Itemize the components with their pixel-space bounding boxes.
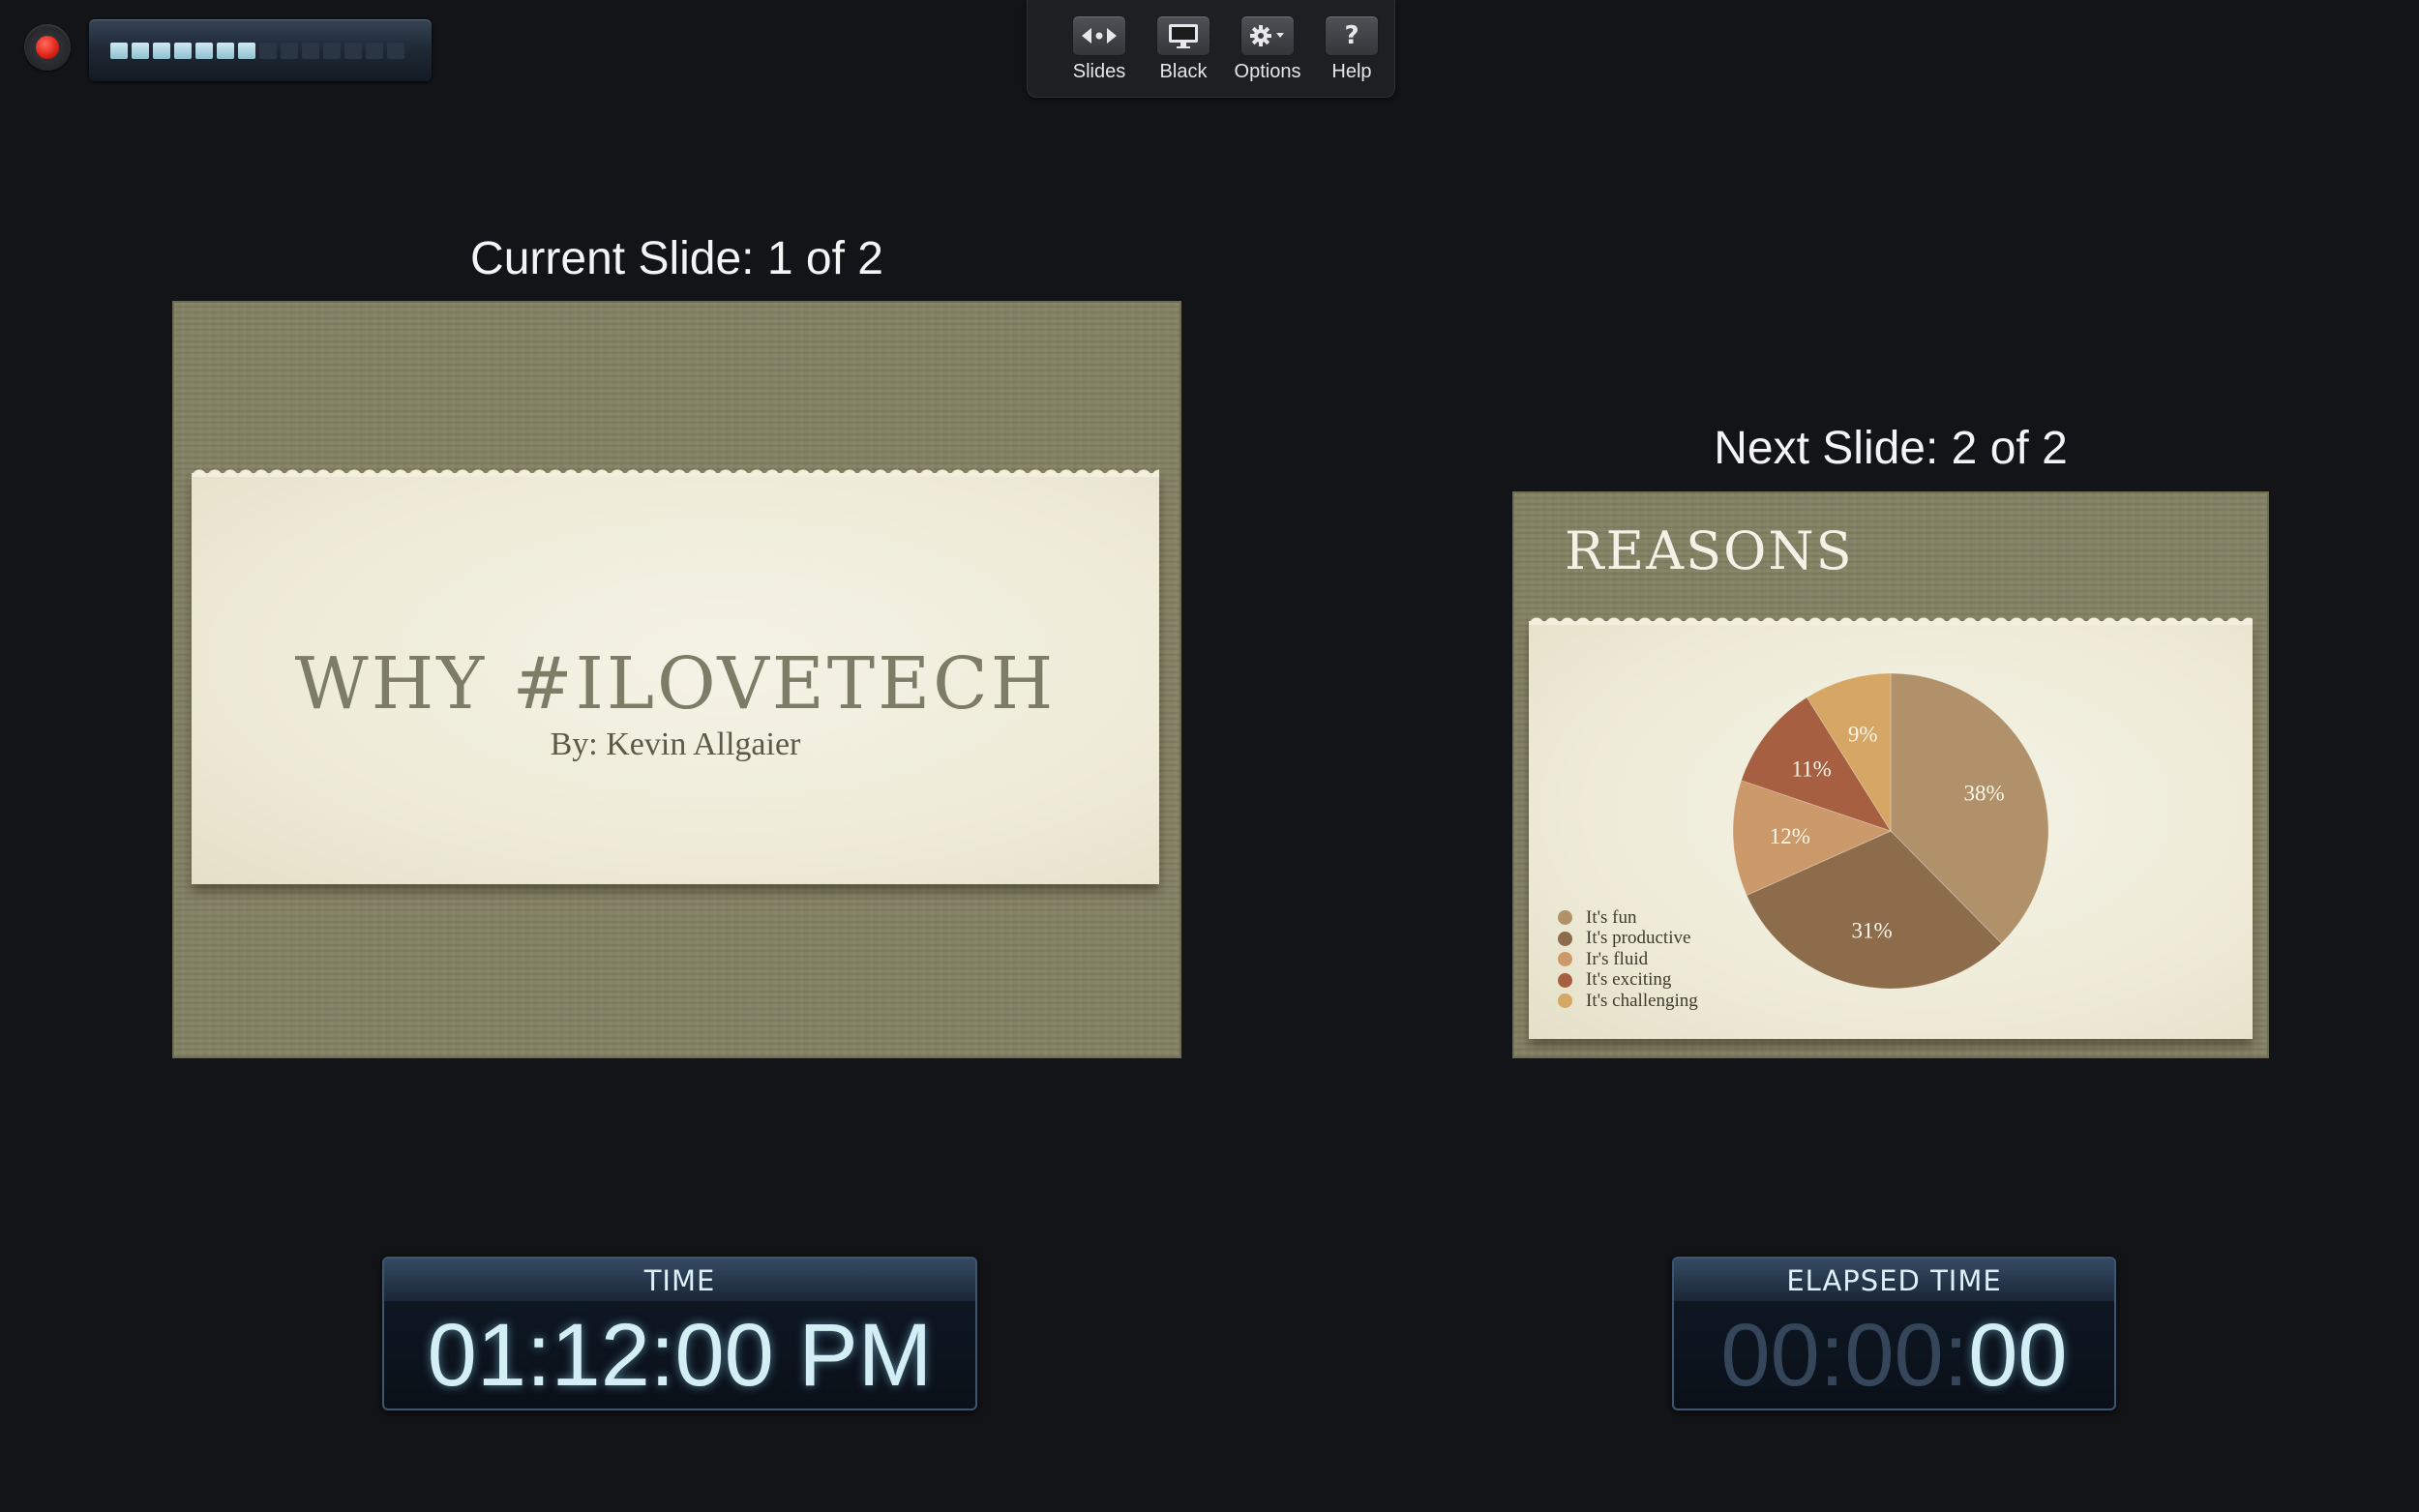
meter-cell: [323, 43, 341, 59]
meter-cell: [110, 43, 128, 59]
meter-cell: [387, 43, 404, 59]
legend-item: Ir's fluid: [1558, 949, 1698, 970]
elapsed-minutes: 00: [1844, 1306, 1944, 1405]
pie-slice-label: 11%: [1791, 756, 1831, 781]
gear-icon: [1240, 15, 1295, 56]
presenter-toolbar: Slides Black Options ? Help: [1027, 0, 1395, 98]
black-label: Black: [1159, 61, 1208, 82]
slides-nav-icon: [1072, 15, 1126, 56]
slide-subtitle: By: Kevin Allgaier: [550, 726, 801, 762]
legend-item: It's productive: [1558, 928, 1698, 950]
clock-panel: TIME 01:12:00 PM: [382, 1257, 977, 1410]
elapsed-time-panel[interactable]: ELAPSED TIME 00:00:00: [1672, 1257, 2116, 1410]
legend-label: It's fun: [1586, 906, 1637, 928]
chart-legend: It's fun It's productive Ir's fluid It's ex…: [1558, 907, 1698, 1012]
slides-label: Slides: [1072, 61, 1126, 82]
slide-title: WHY #ILOVETECH: [294, 642, 1057, 726]
legend-item: It's exciting: [1558, 969, 1698, 992]
slides-button[interactable]: Slides: [1057, 15, 1142, 83]
meter-cell: [217, 43, 234, 59]
display-icon: [1156, 15, 1210, 56]
elapsed-seconds: 00: [1968, 1306, 2068, 1405]
meter-cell: [259, 43, 277, 59]
next-slide-preview: REASONS 38% 31% 12% 11% 9% It's fun It's prod…: [1514, 493, 2267, 1056]
meter-cell: [174, 43, 192, 59]
paper-strip: 38% 31% 12% 11% 9% It's fun It's productive Ir…: [1529, 613, 2253, 1039]
meter-cell: [344, 43, 362, 59]
legend-item: It's fun: [1558, 907, 1698, 929]
elapsed-hours: 00: [1720, 1306, 1820, 1405]
pie-slice-label: 12%: [1770, 824, 1810, 848]
current-slide-preview: WHY #ILOVETECH By: Kevin Allgaier: [174, 303, 1180, 1056]
legend-item: It's challenging: [1558, 991, 1698, 1012]
current-time: 01:12:00 PM: [427, 1306, 933, 1405]
legend-label: It's challenging: [1586, 990, 1698, 1011]
help-label: Help: [1331, 61, 1372, 82]
question-mark-icon: ?: [1325, 15, 1379, 56]
meter-cell: [281, 43, 298, 59]
elapsed-separator: :: [1943, 1306, 1969, 1405]
pie-slice-label: 9%: [1848, 723, 1878, 747]
pie-slice-label: 31%: [1852, 919, 1893, 943]
record-button[interactable]: [24, 24, 71, 71]
legend-swatch: [1558, 993, 1572, 1009]
help-button[interactable]: ? Help: [1309, 15, 1394, 83]
legend-swatch: [1558, 952, 1572, 967]
elapsed-time-value: 00:00:00: [1674, 1301, 2114, 1408]
options-button[interactable]: Options: [1225, 15, 1310, 83]
time-label: TIME: [384, 1259, 975, 1301]
legend-label: Ir's fluid: [1586, 948, 1649, 969]
pie-slice-label: 38%: [1963, 781, 2004, 805]
current-slide-caption: Current Slide: 1 of 2: [470, 233, 883, 284]
legend-label: It's productive: [1586, 928, 1691, 949]
legend-swatch: [1558, 972, 1572, 988]
legend-swatch: [1558, 910, 1572, 926]
black-button[interactable]: Black: [1141, 15, 1226, 83]
audio-level-meter: [89, 19, 432, 81]
paper-strip: WHY #ILOVETECH By: Kevin Allgaier: [192, 465, 1159, 884]
next-slide-caption: Next Slide: 2 of 2: [1714, 423, 2068, 474]
slide-title: REASONS: [1565, 520, 1854, 581]
elapsed-time-label: ELAPSED TIME: [1674, 1259, 2114, 1301]
meter-cell: [366, 43, 383, 59]
record-icon: [36, 36, 59, 59]
legend-label: It's exciting: [1586, 969, 1672, 991]
elapsed-separator: :: [1819, 1306, 1845, 1405]
legend-swatch: [1558, 931, 1572, 946]
meter-cell: [238, 43, 255, 59]
meter-cell: [153, 43, 170, 59]
options-label: Options: [1234, 61, 1301, 82]
meter-cell: [132, 43, 149, 59]
meter-cell: [302, 43, 319, 59]
meter-cell: [195, 43, 213, 59]
